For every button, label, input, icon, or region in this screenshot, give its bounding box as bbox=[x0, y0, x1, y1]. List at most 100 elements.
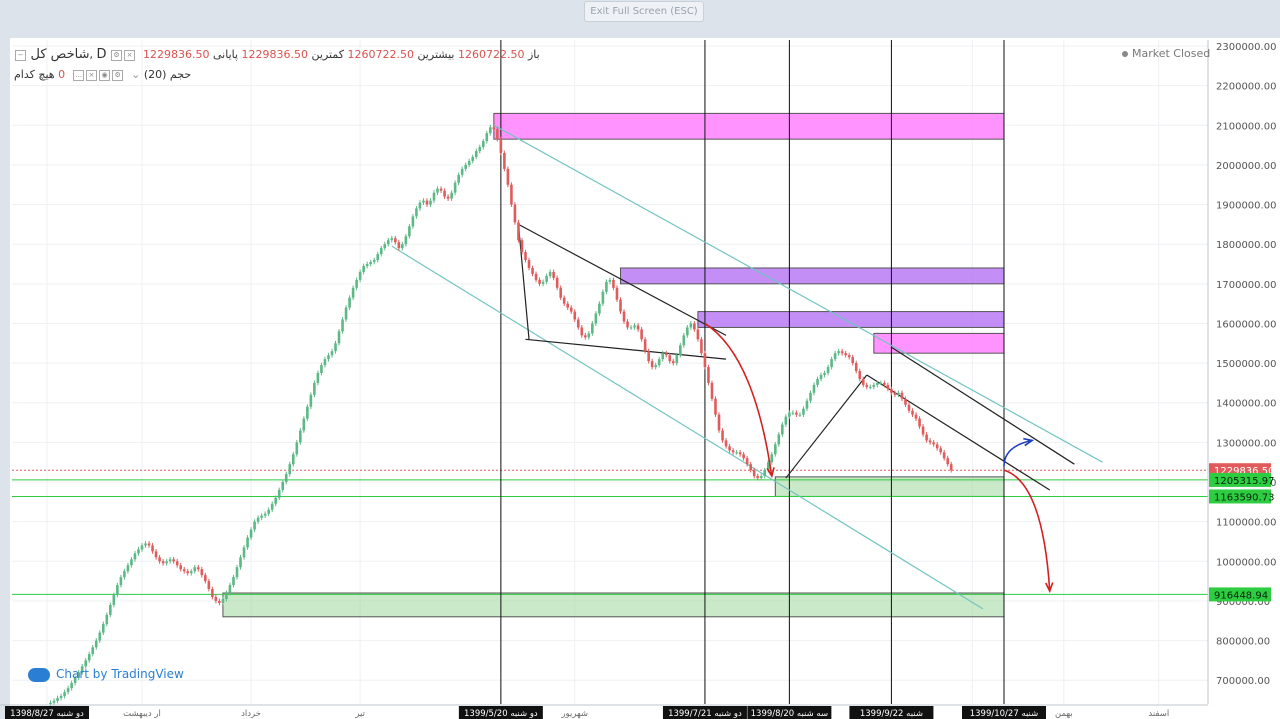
candle-body bbox=[313, 382, 316, 395]
y-tick-label: 1000000.00 bbox=[1216, 557, 1276, 568]
y-tick-label: 700000.00 bbox=[1216, 676, 1270, 687]
candle-body bbox=[710, 382, 714, 399]
indicator-value: 0 bbox=[58, 68, 66, 81]
candle-body bbox=[49, 702, 52, 704]
candle-body bbox=[369, 262, 372, 265]
candle-body bbox=[770, 454, 774, 463]
candle-body bbox=[545, 275, 548, 282]
candle-body bbox=[418, 202, 422, 209]
candle-body bbox=[126, 565, 130, 572]
candle-body bbox=[87, 654, 91, 661]
candle-body bbox=[531, 267, 534, 274]
candle-body bbox=[390, 238, 394, 241]
candle-body bbox=[474, 151, 478, 157]
candle-body bbox=[622, 311, 626, 322]
candle-body bbox=[584, 335, 587, 338]
candle-body bbox=[408, 226, 411, 237]
candle-body bbox=[137, 549, 140, 554]
candle-body bbox=[534, 273, 538, 280]
candle-body bbox=[833, 353, 837, 360]
candle-body bbox=[232, 577, 235, 586]
candle-body bbox=[411, 216, 415, 227]
candle-body bbox=[735, 452, 738, 454]
candle-body bbox=[900, 392, 904, 399]
candle-body bbox=[320, 365, 323, 374]
more-icon[interactable]: … bbox=[73, 69, 85, 81]
price-chart[interactable]: 2300000.00 2200000.00 2100000.00 2000000.00… bbox=[0, 0, 1280, 719]
candle-body bbox=[105, 614, 109, 624]
candle-body bbox=[432, 192, 436, 201]
candle-body bbox=[594, 313, 598, 324]
collapse-icon[interactable]: − bbox=[15, 49, 26, 61]
y-tick-label: 2100000.00 bbox=[1216, 121, 1276, 132]
low-value: 1229836.50 bbox=[241, 48, 309, 61]
candle-body bbox=[351, 287, 355, 298]
candle-body bbox=[569, 307, 573, 312]
candle-body bbox=[489, 127, 492, 134]
candle-body bbox=[580, 327, 584, 336]
candle-body bbox=[717, 414, 721, 431]
candle-body bbox=[562, 297, 566, 304]
candle-body bbox=[661, 353, 665, 360]
candle-body bbox=[921, 426, 925, 435]
candle-body bbox=[467, 160, 471, 165]
candle-body bbox=[485, 133, 489, 142]
candle-body bbox=[538, 279, 541, 284]
y-tick-label: 1100000.00 bbox=[1216, 518, 1276, 529]
candle-body bbox=[506, 168, 510, 185]
open-value: 1260722.50 bbox=[457, 48, 525, 61]
candle-body bbox=[798, 414, 802, 416]
price-marker-label: 916448.94 bbox=[1214, 590, 1268, 601]
market-status: Market Closed bbox=[1122, 47, 1210, 60]
candle-body bbox=[837, 351, 840, 354]
candle-body bbox=[59, 696, 63, 699]
trend-line bbox=[493, 124, 1103, 463]
candle-body bbox=[541, 281, 545, 284]
candle-body bbox=[182, 569, 186, 572]
candle-body bbox=[605, 281, 608, 292]
candle-body bbox=[949, 464, 953, 471]
candle-body bbox=[228, 585, 232, 594]
candle-body bbox=[914, 414, 918, 419]
candle-body bbox=[668, 355, 672, 362]
status-dot-icon bbox=[1122, 51, 1128, 57]
chevron-down-icon[interactable]: ⌄ bbox=[131, 68, 140, 81]
candle-body bbox=[133, 553, 137, 560]
settings-icon[interactable]: ⚙ bbox=[111, 49, 122, 61]
settings-icon[interactable]: ⚙ bbox=[112, 69, 124, 81]
candle-body bbox=[302, 418, 306, 431]
candle-body bbox=[225, 593, 228, 599]
candle-body bbox=[763, 470, 767, 477]
y-tick-label: 1800000.00 bbox=[1216, 240, 1276, 251]
candle-body bbox=[598, 303, 601, 314]
candle-body bbox=[316, 373, 320, 383]
y-tick-label: 2000000.00 bbox=[1216, 161, 1276, 172]
y-tick-label: 1900000.00 bbox=[1216, 201, 1276, 212]
x-tick-label: 1399/9/22 شنبه bbox=[860, 709, 923, 719]
candle-body bbox=[376, 254, 380, 261]
tradingview-branding[interactable]: Chart by TradingView bbox=[28, 667, 184, 682]
trend-line bbox=[525, 338, 727, 360]
indicator-label: هیچ کدام bbox=[14, 68, 55, 81]
candle-body bbox=[439, 188, 443, 191]
candle-body bbox=[249, 529, 253, 538]
candle-body bbox=[520, 240, 524, 253]
candle-body bbox=[844, 353, 847, 356]
close-value: 1229836.50 bbox=[143, 48, 210, 61]
candle-body bbox=[640, 329, 643, 340]
x-tick-label: 1399/8/20 سه شنبه bbox=[751, 709, 829, 719]
candle-body bbox=[140, 545, 144, 550]
zone-purple_zone bbox=[697, 311, 1005, 328]
x-tick-label: اسفند bbox=[1148, 709, 1169, 719]
candle-body bbox=[481, 141, 485, 148]
candle-body bbox=[721, 430, 724, 441]
candle-body bbox=[823, 373, 826, 375]
candle-body bbox=[235, 567, 239, 578]
close-icon[interactable]: × bbox=[86, 69, 98, 81]
eye-icon[interactable]: ◉ bbox=[99, 69, 111, 81]
candle-body bbox=[379, 248, 383, 255]
hide-icon[interactable]: × bbox=[124, 49, 135, 61]
zone-purple_zone bbox=[619, 267, 1005, 285]
candle-body bbox=[256, 517, 260, 522]
volume-legend-row: حجم (20) ⌄ ⚙◉×… 0 هیچ کدام bbox=[14, 68, 191, 81]
